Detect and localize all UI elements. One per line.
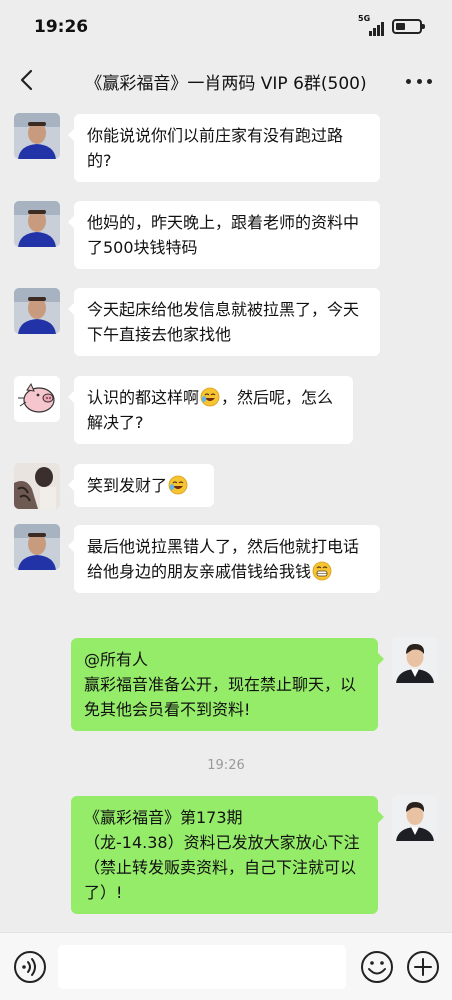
signal-icon: 5G [358,14,384,36]
message-text: 《赢彩福音》第173期 [84,808,243,827]
message-bubble[interactable]: 最后他说拉黑错人了，然后他就打电话给他身边的朋友亲戚借钱给我钱 [68,525,380,593]
message-bubble[interactable]: 笑到发财了 [68,464,214,507]
add-attachment-icon[interactable] [406,950,440,984]
message-text: 笑到发财了 [87,476,168,495]
tattoo-arm-avatar-icon [14,463,60,509]
man-blue-shirt-avatar-icon [14,288,60,334]
mention-all[interactable]: @所有人 [84,647,365,672]
man-blue-shirt-avatar-icon [14,201,60,247]
pig-cartoon-avatar-icon [14,376,60,422]
message-text: 今天起床给他发信息就被拉黑了，今天下午直接去他家找他 [87,300,360,344]
man-blue-shirt-avatar-icon [14,113,60,159]
man-suit-avatar-icon [392,637,438,683]
avatar[interactable] [392,637,438,683]
message-bubble[interactable]: 今天起床给他发信息就被拉黑了，今天下午直接去他家找他 [68,288,380,356]
voice-input-icon[interactable] [13,950,47,984]
message-input[interactable] [58,945,346,989]
message-bubble[interactable]: 《赢彩福音》第173期 （龙-14.38）资料已发放大家放心下注（禁止转发贩卖资… [71,796,384,914]
message-text: 赢彩福音准备公开，现在禁止聊天，以免其他会员看不到资料! [84,675,357,719]
status-time: 19:26 [34,17,89,37]
status-bar: 19:26 5G [0,0,452,56]
emoji-picker-icon[interactable] [360,950,394,984]
message-text: （龙-14.38）资料已发放大家放心下注（禁止转发贩卖资料，自己下注就可以了）! [84,833,360,902]
rofl-emoji-icon [200,387,220,407]
battery-icon [392,18,425,34]
avatar[interactable] [14,113,60,159]
man-blue-shirt-avatar-icon [14,524,60,570]
avatar[interactable] [14,288,60,334]
message-bubble[interactable]: 认识的都这样啊 ，然后呢，怎么解决了? [68,376,353,444]
message-text: 他妈的，昨天晚上，跟着老师的资料中了500块钱特码 [87,213,360,257]
more-options-icon[interactable] [406,69,432,93]
avatar[interactable] [14,201,60,247]
grin-emoji-icon [312,561,332,581]
avatar[interactable] [14,376,60,422]
message-bubble[interactable]: 他妈的，昨天晚上，跟着老师的资料中了500块钱特码 [68,201,380,269]
message-list[interactable]: 你能说说你们以前庄家有没有跑过路的? 他妈的，昨天晚上，跟着老师的资料中了500… [0,106,452,932]
man-suit-avatar-icon [392,795,438,841]
message-bubble[interactable]: 你能说说你们以前庄家有没有跑过路的? [68,114,380,182]
avatar[interactable] [14,524,60,570]
message-text: 认识的都这样啊 [87,388,200,407]
input-bar [0,932,452,1000]
avatar[interactable] [14,463,60,509]
chat-header: 《赢彩福音》一肖两码 VIP 6群(500) [0,56,452,106]
message-timestamp: 19:26 [207,758,245,773]
rofl-emoji-icon [168,475,188,495]
message-bubble[interactable]: @所有人 赢彩福音准备公开，现在禁止聊天，以免其他会员看不到资料! [71,638,384,731]
back-arrow-icon[interactable] [14,66,42,94]
message-text: 你能说说你们以前庄家有没有跑过路的? [87,126,344,170]
status-icons: 5G [358,14,425,36]
avatar[interactable] [392,795,438,841]
chat-title: 《赢彩福音》一肖两码 VIP 6群(500) [85,74,367,94]
